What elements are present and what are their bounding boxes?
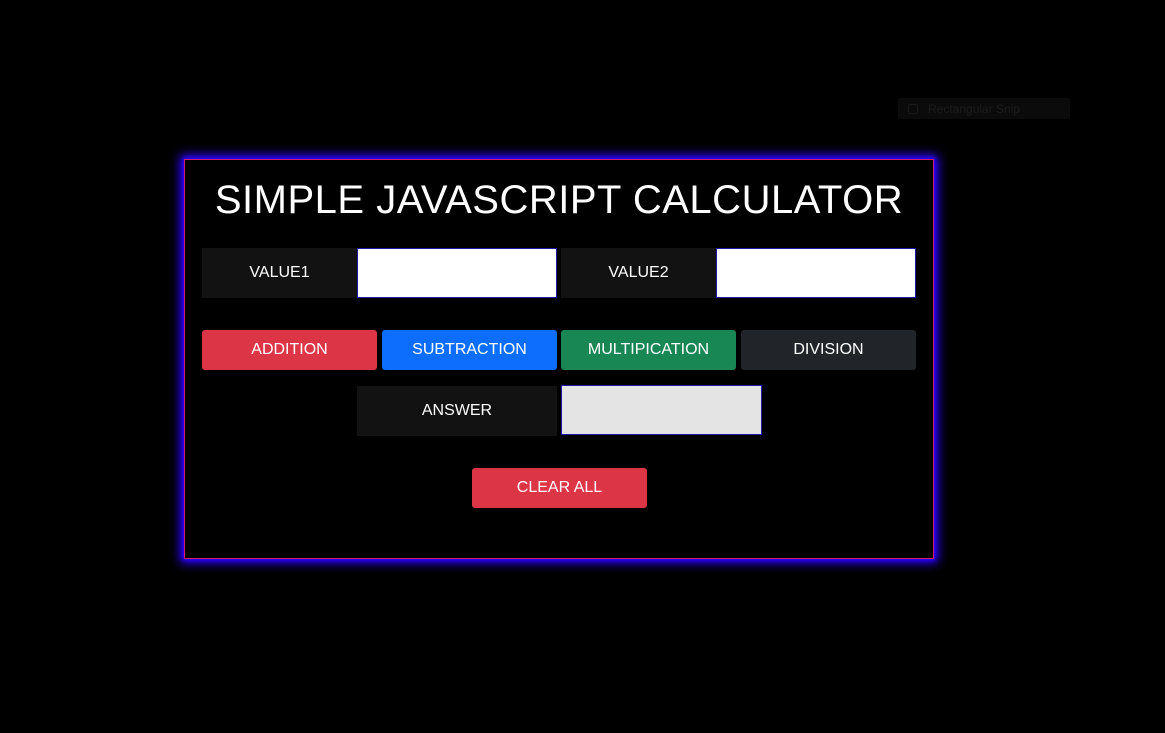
- calculator-card: SIMPLE JAVASCRIPT CALCULATOR VALUE1 VALU…: [184, 159, 934, 559]
- answer-label: ANSWER: [357, 386, 557, 436]
- value1-label: VALUE1: [202, 248, 357, 298]
- multiplication-button[interactable]: MULTIPICATION: [561, 330, 736, 370]
- addition-button[interactable]: ADDITION: [202, 330, 377, 370]
- clear-all-button[interactable]: CLEAR ALL: [472, 468, 647, 508]
- division-button[interactable]: DIVISION: [741, 330, 916, 370]
- answer-field[interactable]: [561, 385, 762, 435]
- value2-input[interactable]: [716, 248, 916, 298]
- value2-label: VALUE2: [561, 248, 716, 298]
- snip-toolbar[interactable]: Rectangular Snip: [898, 98, 1070, 119]
- snip-icon: [908, 103, 918, 114]
- value1-input[interactable]: [357, 248, 557, 298]
- calculator-title: SIMPLE JAVASCRIPT CALCULATOR: [214, 178, 904, 222]
- page: Rectangular Snip SIMPLE JAVASCRIPT CALCU…: [0, 0, 1165, 733]
- subtraction-button[interactable]: SUBTRACTION: [382, 330, 557, 370]
- snip-label: Rectangular Snip: [928, 101, 1021, 116]
